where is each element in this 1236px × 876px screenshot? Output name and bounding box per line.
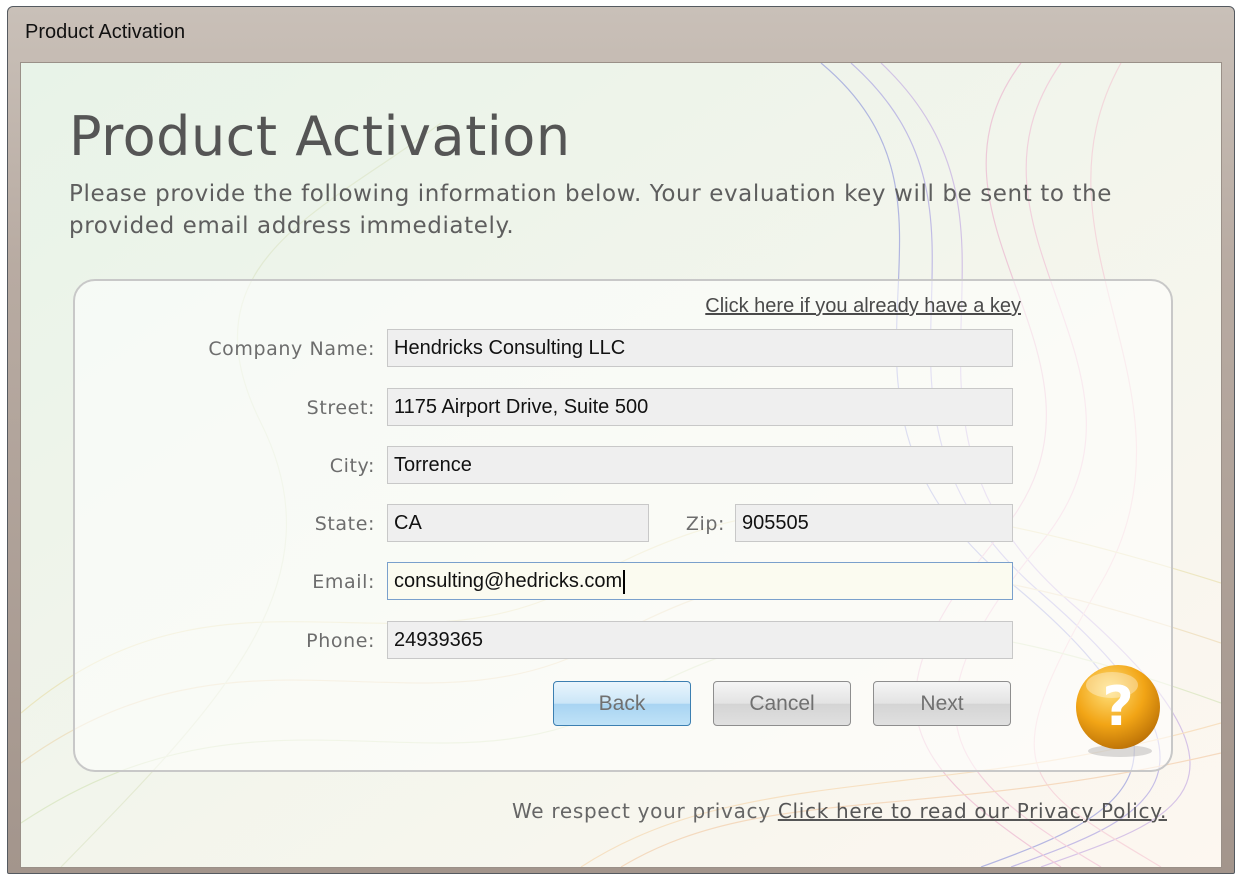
zip-field[interactable]: 905505 <box>735 504 1013 542</box>
privacy-text: We respect your privacy <box>511 799 771 823</box>
already-have-key-link[interactable]: Click here if you already have a key <box>705 295 1021 318</box>
street-label: Street: <box>306 397 375 419</box>
title-bar[interactable]: Product Activation <box>8 7 1234 63</box>
window-title: Product Activation <box>25 21 186 43</box>
back-button[interactable]: Back <box>553 681 691 726</box>
help-button[interactable]: ? <box>1072 663 1168 759</box>
next-button[interactable]: Next <box>873 681 1011 726</box>
cancel-button[interactable]: Cancel <box>713 681 851 726</box>
page-title: Product Activation <box>69 105 571 168</box>
question-mark-icon: ? <box>1076 665 1160 757</box>
company-name-label: Company Name: <box>208 338 375 360</box>
company-name-field[interactable]: Hendricks Consulting LLC <box>387 329 1013 367</box>
email-field[interactable]: consulting@hedricks.com <box>387 562 1013 600</box>
zip-label: Zip: <box>685 513 725 535</box>
email-label: Email: <box>312 571 375 593</box>
privacy-footer: We respect your privacy Click here to re… <box>512 799 1167 823</box>
state-field[interactable]: CA <box>387 504 649 542</box>
street-field[interactable]: 1175 Airport Drive, Suite 500 <box>387 388 1013 426</box>
city-label: City: <box>329 455 375 477</box>
email-value: consulting@hedricks.com <box>394 570 623 592</box>
phone-label: Phone: <box>306 630 375 652</box>
privacy-policy-link[interactable]: Click here to read our Privacy Policy. <box>778 799 1167 823</box>
phone-field[interactable]: 24939365 <box>387 621 1013 659</box>
city-field[interactable]: Torrence <box>387 446 1013 484</box>
instructions-text: Please provide the following information… <box>69 181 1112 239</box>
dialog-content: Product Activation Please provide the fo… <box>20 62 1222 868</box>
text-cursor <box>623 569 626 594</box>
state-label: State: <box>314 513 375 535</box>
form-panel: Click here if you already have a key Com… <box>73 279 1173 772</box>
product-activation-window: Product Activation Product Activation Pl… <box>7 6 1235 874</box>
help-glyph: ? <box>1102 675 1133 738</box>
